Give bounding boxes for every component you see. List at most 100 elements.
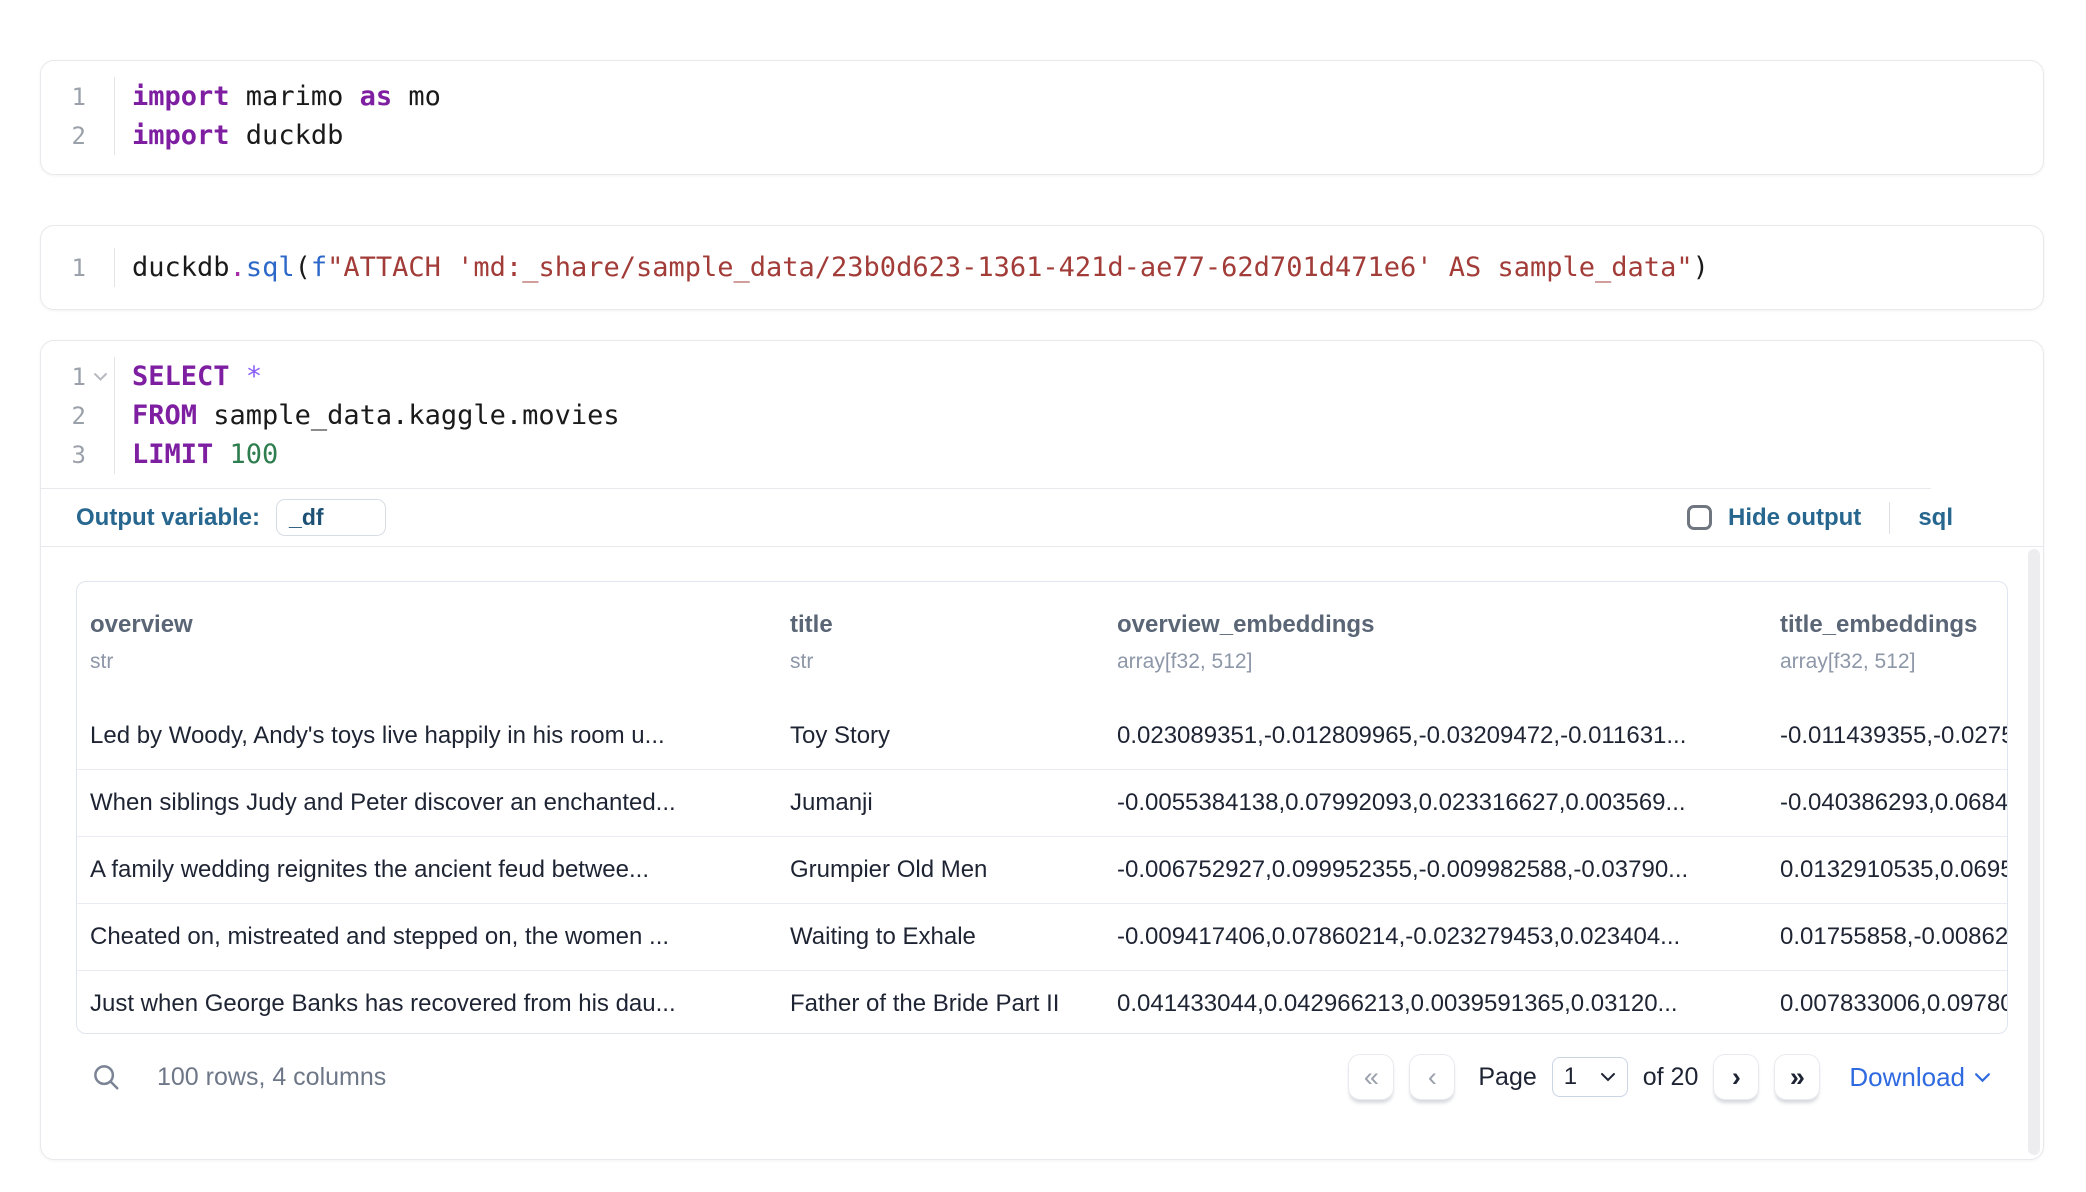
column-name: overview [90,610,777,640]
gutter: 1 [41,357,115,396]
code-token: duckdb [132,252,230,283]
column-type: str [90,649,777,675]
row-count-summary: 100 rows, 4 columns [157,1063,386,1092]
table-row: Cheated on, mistreated and stepped on, t… [77,903,2007,970]
download-label: Download [1849,1062,1965,1093]
table-cell: 0.0132910535,0.069581 [1767,837,2007,903]
code-token: * [246,361,262,392]
table-cell: Jumanji [777,770,1104,836]
column-type: array[f32, 512] [1780,649,2007,675]
page-select-value: 1 [1564,1063,1577,1091]
table-cell: 0.01755858,-0.00862867 [1767,904,2007,970]
toolbar-vertical-divider [1889,502,1890,534]
column-header-overview[interactable]: overview str [77,610,777,703]
code-line: 3 LIMIT 100 [41,435,2043,474]
code-token: f [311,252,327,283]
column-type: str [790,649,1104,675]
page-label: Page [1478,1063,1536,1092]
chevron-down-icon [93,372,108,382]
column-type: array[f32, 512] [1117,649,1767,675]
code-text: LIMIT 100 [115,439,278,470]
code-editor[interactable]: 1 import marimo as mo 2 import duckdb [41,61,2043,155]
gutter: 1 [41,77,115,116]
sql-toolbar: Output variable: _df Hide output sql [41,489,2043,546]
download-button[interactable]: Download [1849,1062,1991,1093]
next-page-button[interactable]: › [1713,1054,1759,1100]
code-editor[interactable]: 1 SELECT * 2 FROM sample_data.kaggle.mov… [41,341,2043,474]
column-header-title-embeddings[interactable]: title_embeddings array[f32, 512] [1767,610,2007,703]
code-token: LIMIT [132,439,213,470]
column-header-title[interactable]: title str [777,610,1104,703]
summary-group: 100 rows, 4 columns [91,1062,386,1092]
table-cell: Grumpier Old Men [777,837,1104,903]
code-token [230,361,246,392]
table-cell: When siblings Judy and Peter discover an… [77,770,777,836]
code-token [213,439,229,470]
code-token: mo [392,81,441,112]
vertical-scrollbar[interactable] [2028,549,2040,1155]
line-number: 1 [72,363,86,391]
code-token: sql [246,252,295,283]
code-token: ( [295,252,311,283]
column-name: overview_embeddings [1117,610,1767,640]
table-cell: -0.006752927,0.099952355,-0.009982588,-0… [1104,837,1767,903]
table-cell: Toy Story [777,703,1104,769]
output-variable-value: _df [289,504,324,531]
code-token: sample_data.kaggle.movies [197,400,620,431]
code-cell-attach[interactable]: 1 duckdb.sql(f"ATTACH 'md:_share/sample_… [40,225,2044,310]
output-table: overview str title str overview_embeddin… [76,581,2008,1034]
page-select[interactable]: 1 [1552,1057,1628,1097]
pagination: « ‹ Page 1 of 20 › » Download [1348,1054,1991,1100]
output-variable-input[interactable]: _df [276,499,386,536]
previous-page-button[interactable]: ‹ [1409,1054,1455,1100]
code-token: 100 [230,439,279,470]
search-icon[interactable] [91,1062,121,1092]
line-number: 1 [72,83,86,111]
code-editor[interactable]: 1 duckdb.sql(f"ATTACH 'md:_share/sample_… [41,226,2043,287]
table-cell: Waiting to Exhale [777,904,1104,970]
gutter: 3 [41,435,115,474]
gutter: 1 [41,248,115,287]
first-page-button[interactable]: « [1348,1054,1394,1100]
table-cell: 0.041433044,0.042966213,0.0039591365,0.0… [1104,971,1767,1034]
table-cell: Father of the Bride Part II [777,971,1104,1034]
line-number: 1 [72,254,86,282]
code-line: 2 import duckdb [41,116,2043,155]
hide-output-group: Hide output sql [1687,502,1953,534]
code-token: FROM [132,400,197,431]
code-token: duckdb [230,120,344,151]
chevron-down-icon [1974,1072,1991,1083]
column-header-overview-embeddings[interactable]: overview_embeddings array[f32, 512] [1104,610,1767,703]
line-number: 3 [72,441,86,469]
column-name: title [790,610,1104,640]
output-divider [41,546,2043,547]
fold-chevron[interactable] [86,372,114,382]
table-row: A family wedding reignites the ancient f… [77,836,2007,903]
last-page-button[interactable]: » [1774,1054,1820,1100]
code-text: SELECT * [115,361,262,392]
code-token: SELECT [132,361,230,392]
table-cell: Led by Woody, Andy's toys live happily i… [77,703,777,769]
line-number: 2 [72,122,86,150]
gutter: 2 [41,396,115,435]
gutter: 2 [41,116,115,155]
table-header-row: overview str title str overview_embeddin… [77,582,2007,703]
table-cell: 0.023089351,-0.012809965,-0.03209472,-0.… [1104,703,1767,769]
table-cell: Just when George Banks has recovered fro… [77,971,777,1034]
code-token: ) [1693,252,1709,283]
code-text: import marimo as mo [115,81,441,112]
code-token: import [132,120,230,151]
column-name: title_embeddings [1780,610,2007,640]
hide-output-checkbox[interactable] [1687,505,1712,530]
code-text: import duckdb [115,120,343,151]
table-cell: Cheated on, mistreated and stepped on, t… [77,904,777,970]
code-token: marimo [230,81,360,112]
table-cell: 0.007833006,0.0978011 [1767,971,2007,1034]
page-of-label: of 20 [1643,1063,1699,1092]
code-cell-imports[interactable]: 1 import marimo as mo 2 import duckdb [40,60,2044,175]
code-token: as [360,81,393,112]
language-label[interactable]: sql [1918,504,1953,532]
code-line: 2 FROM sample_data.kaggle.movies [41,396,2043,435]
table-cell: -0.011439355,-0.027525 [1767,703,2007,769]
code-token: "ATTACH 'md:_share/sample_data/23b0d623-… [327,252,1692,283]
